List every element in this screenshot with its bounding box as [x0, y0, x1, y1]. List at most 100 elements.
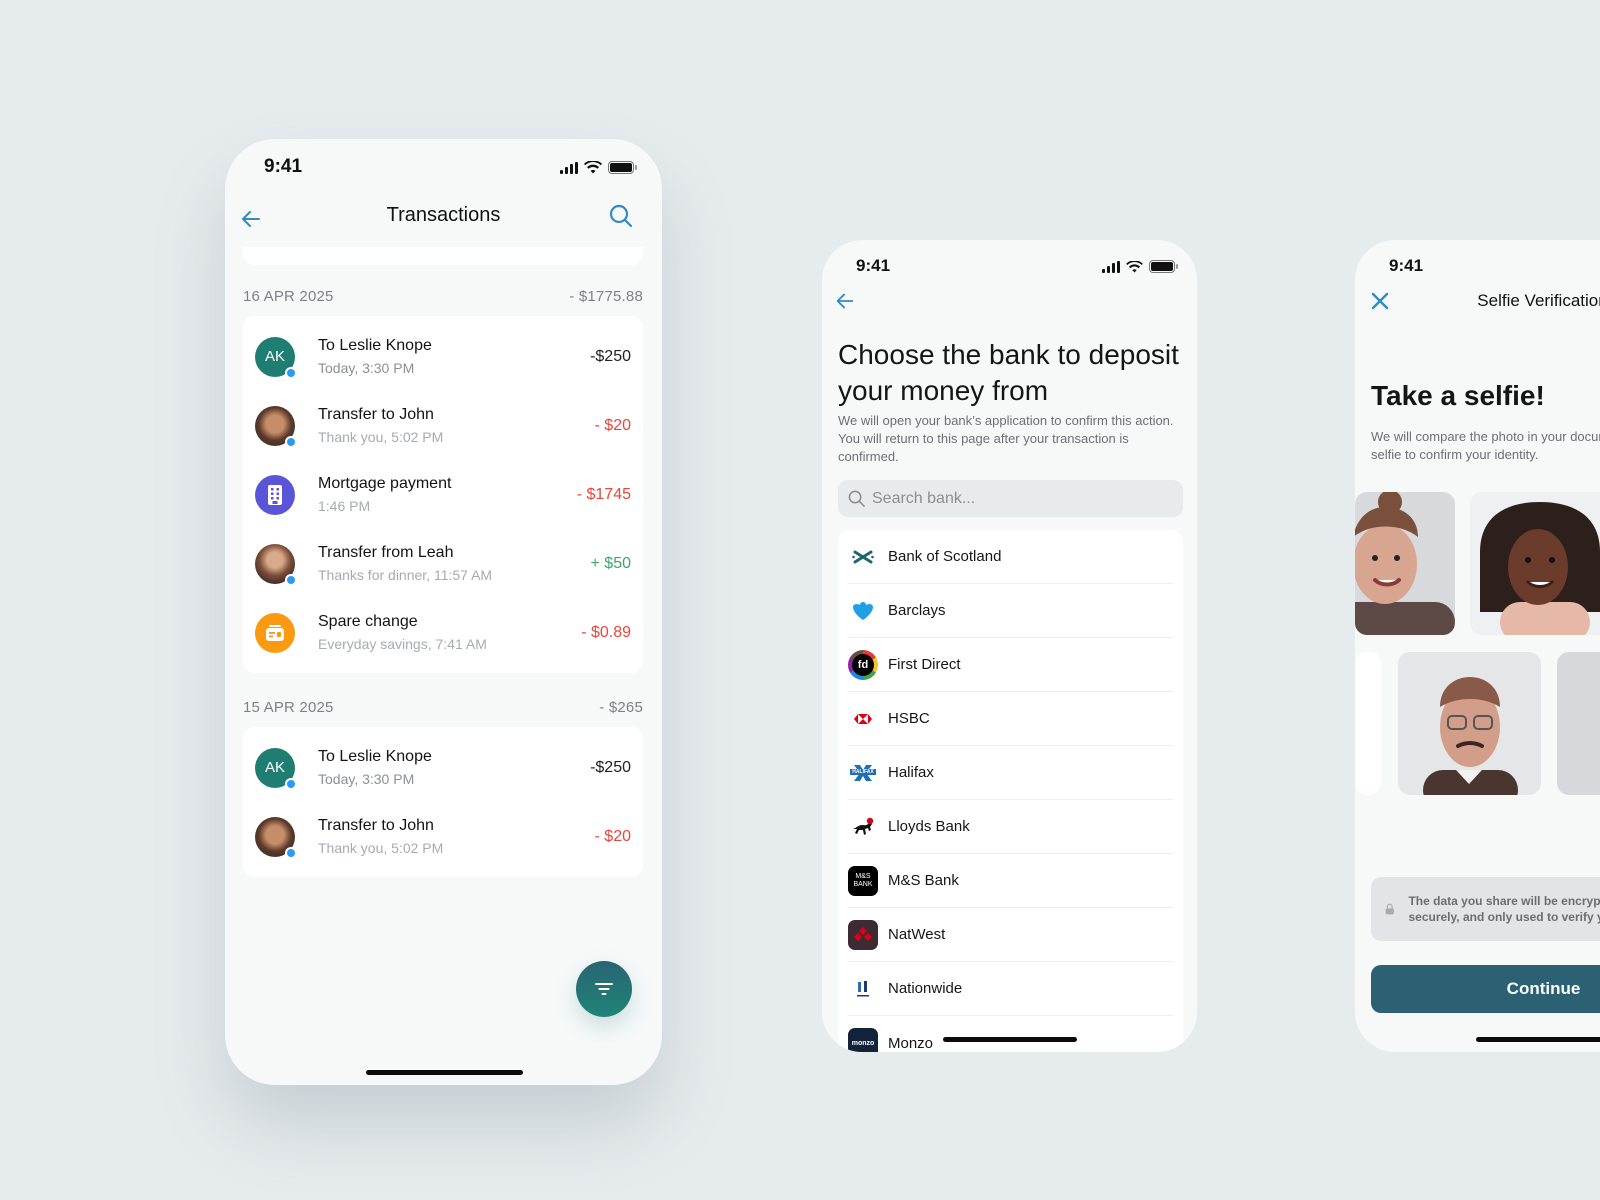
page-description: We will open your bank’s application to …: [838, 413, 1174, 464]
privacy-note-text: The data you share will be encrypted, st…: [1408, 894, 1600, 924]
group-total: - $265: [599, 699, 643, 716]
transaction-row[interactable]: AK To Leslie Knope Today, 3:30 PM -$250: [255, 322, 631, 391]
ms-bank-logo-text: M&S BANK: [853, 872, 873, 888]
transaction-amount: -$250: [590, 758, 631, 776]
bank-select-phone: 9:41 Choose the bank to deposit your mon…: [822, 240, 1197, 1052]
selfie-heading: Take a selfie!: [1371, 380, 1545, 411]
home-indicator: [1476, 1037, 1600, 1042]
avatar-illustration: [1355, 652, 1381, 795]
filter-button[interactable]: [576, 961, 632, 1017]
selfie-description: We will compare the photo in your docume…: [1371, 429, 1600, 462]
bank-name: First Direct: [888, 656, 961, 673]
avatar: AK: [255, 336, 297, 379]
bank-item-nationwide[interactable]: Nationwide: [848, 962, 1173, 1016]
transaction-subtitle: Thank you, 5:02 PM: [318, 840, 444, 856]
avatar-illustration: [1398, 652, 1541, 795]
transaction-amount: - $20: [594, 827, 631, 845]
transaction-name: Transfer to John: [318, 817, 434, 834]
avatar-illustration: [1355, 492, 1455, 635]
wifi-icon: [584, 161, 602, 174]
bank-name: HSBC: [888, 710, 930, 727]
transaction-row[interactable]: AK To Leslie Knope Today, 3:30 PM -$250: [255, 733, 631, 802]
bank-item-hsbc[interactable]: HSBC: [848, 692, 1173, 746]
transaction-row[interactable]: Transfer from Leah Thanks for dinner, 11:…: [255, 529, 631, 598]
battery-icon: [608, 161, 637, 174]
transaction-row[interactable]: Transfer to John Thank you, 5:02 PM - $20: [255, 391, 631, 460]
status-time: 9:41: [1389, 256, 1424, 275]
group-date: 15 APR 2025: [243, 699, 334, 716]
page-title: Choose the bank to deposit your money fr…: [838, 339, 1179, 406]
bank-name: Lloyds Bank: [888, 818, 970, 835]
status-icons: [1102, 260, 1178, 273]
bank-item-monzo[interactable]: monzo Monzo: [848, 1016, 1173, 1052]
search-icon: [848, 490, 865, 507]
transaction-row[interactable]: Transfer to John Thank you, 5:02 PM - $20: [255, 802, 631, 871]
transactions-header: Transactions: [225, 194, 662, 254]
lock-icon: [1385, 903, 1394, 915]
transfer-badge-icon: [285, 777, 297, 790]
bank-item-ms-bank[interactable]: M&S BANK M&S Bank: [848, 854, 1173, 908]
monzo-logo-text: monzo: [851, 1039, 875, 1047]
transaction-name: Transfer from Leah: [318, 544, 454, 561]
halifax-logo-text: HALIFAX: [850, 768, 876, 775]
bank-item-halifax[interactable]: HALIFAX Halifax: [848, 746, 1173, 800]
status-icons: [560, 161, 637, 174]
bank-name: Monzo: [888, 1034, 934, 1052]
transactions-card: AK To Leslie Knope Today, 3:30 PM -$250 T…: [243, 727, 643, 877]
bank-item-lloyds[interactable]: Lloyds Bank: [848, 800, 1173, 854]
home-indicator: [943, 1037, 1077, 1042]
transaction-subtitle: Today, 3:30 PM: [318, 771, 415, 787]
first-direct-logo-text: fd: [852, 653, 874, 676]
bank-name: M&S Bank: [888, 872, 959, 889]
monzo-logo-icon: monzo: [848, 1028, 878, 1052]
wallet-icon: [255, 612, 295, 653]
bank-item-first-direct[interactable]: fd First Direct: [848, 638, 1173, 692]
avatar: AK: [255, 747, 297, 790]
bank-search-input[interactable]: [872, 489, 1162, 508]
transaction-row[interactable]: Spare change Everyday savings, 7:41 AM - …: [255, 598, 631, 667]
transaction-name: Transfer to John: [318, 406, 434, 423]
transaction-name: To Leslie Knope: [318, 748, 432, 765]
wifi-icon: [1126, 260, 1143, 273]
bank-name: Bank of Scotland: [888, 548, 1002, 565]
bank-item-bank-of-scotland[interactable]: Bank of Scotland: [848, 530, 1173, 584]
privacy-note: The data you share will be encrypted, st…: [1371, 877, 1600, 941]
transactions-phone: 9:41 Transactions 16 APR 2025 - $1775.88…: [225, 139, 662, 1085]
search-icon[interactable]: [608, 203, 634, 229]
bank-search-field[interactable]: [838, 480, 1183, 517]
avatar-photo: [255, 543, 297, 586]
transfer-badge-icon: [285, 573, 297, 586]
transaction-subtitle: 1:46 PM: [318, 498, 371, 514]
bank-of-scotland-logo-icon: [848, 542, 878, 572]
transaction-subtitle: Thank you, 5:02 PM: [318, 429, 444, 445]
ms-bank-logo-icon: M&S BANK: [848, 865, 878, 896]
bank-item-barclays[interactable]: Barclays: [848, 584, 1173, 638]
transaction-amount: -$250: [590, 347, 631, 365]
avatar-initials: AK: [264, 759, 285, 776]
page-title: Selfie Verification: [1477, 291, 1600, 310]
barclays-eagle-icon: [848, 596, 878, 626]
avatar-illustration: [1557, 652, 1600, 795]
transfer-badge-icon: [285, 846, 297, 859]
transaction-row[interactable]: Mortgage payment 1:46 PM - $1745: [255, 460, 631, 529]
continue-button[interactable]: Continue: [1371, 965, 1600, 1013]
hsbc-hexagon-icon: [848, 704, 878, 734]
bank-name: NatWest: [888, 926, 946, 943]
bank-name: Nationwide: [888, 980, 963, 997]
bank-item-natwest[interactable]: NatWest: [848, 908, 1173, 962]
natwest-cubes-icon: [848, 919, 878, 950]
signal-icon: [560, 161, 578, 174]
filter-icon: [595, 983, 613, 995]
scrolled-card-edge: [243, 247, 643, 265]
transaction-amount: - $0.89: [581, 623, 631, 641]
transaction-name: To Leslie Knope: [318, 337, 432, 354]
avatar-photo: [255, 816, 297, 859]
building-icon: [255, 474, 295, 515]
signal-icon: [1102, 260, 1120, 273]
avatar-photo: [255, 405, 297, 448]
date-group-header: 15 APR 2025 - $265: [243, 699, 643, 716]
date-group-header: 16 APR 2025 - $1775.88: [243, 288, 643, 305]
transaction-amount: - $20: [594, 416, 631, 434]
bank-list: Bank of Scotland Barclays fd First Direc…: [838, 530, 1183, 1052]
back-arrow-icon[interactable]: [834, 290, 856, 312]
